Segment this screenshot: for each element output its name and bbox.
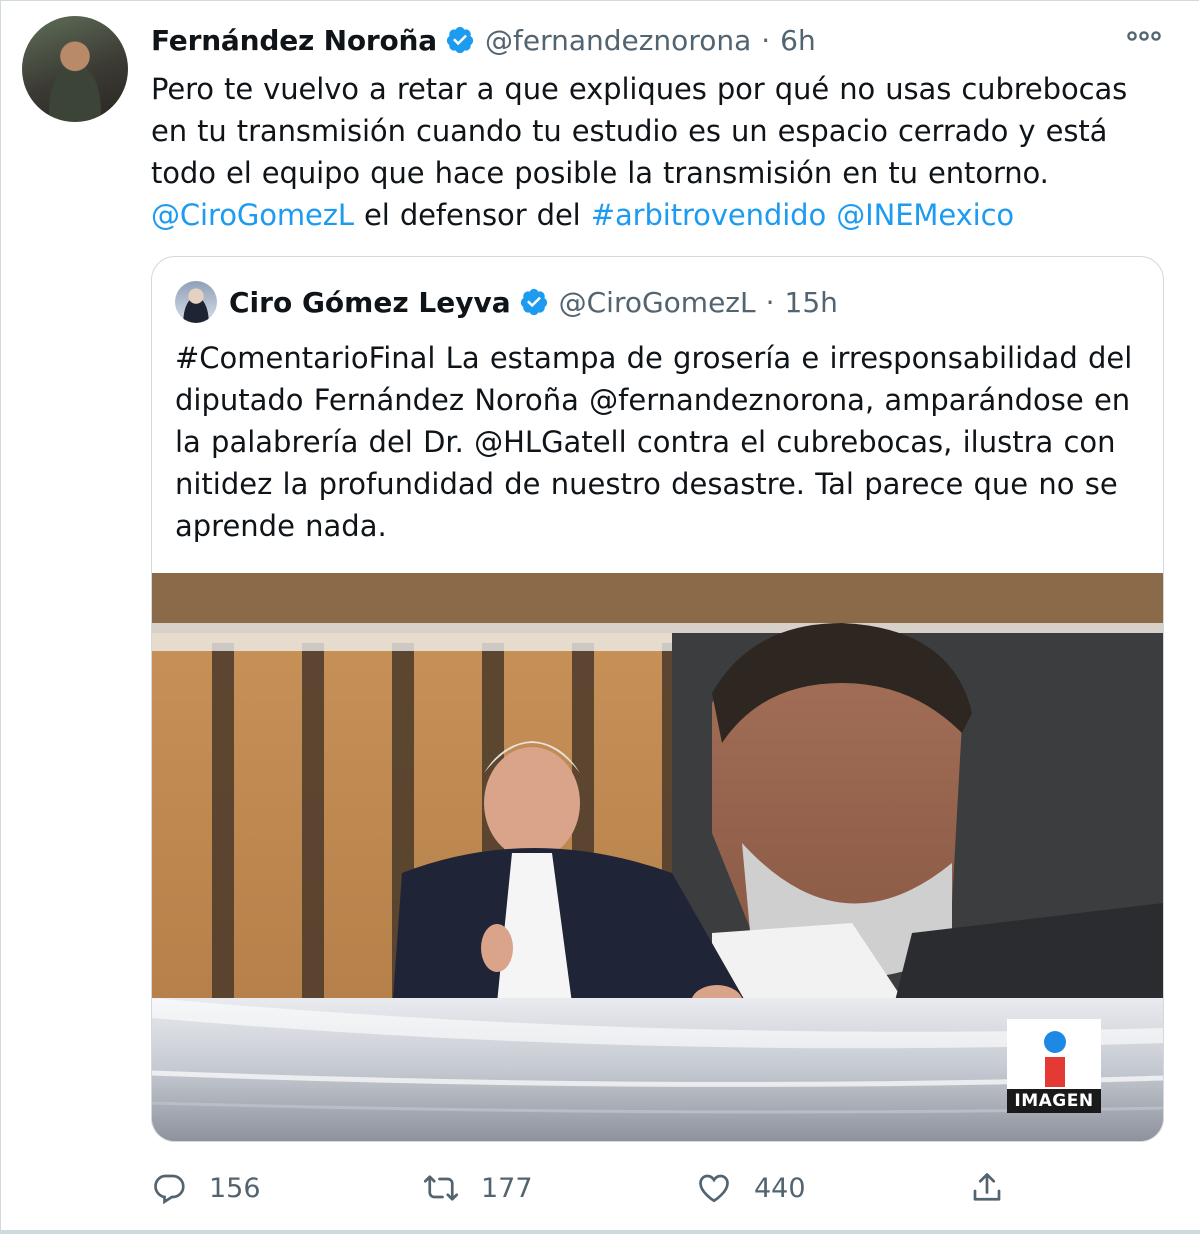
quoted-author-handle[interactable]: @CiroGomezL	[559, 286, 756, 319]
retweet-button[interactable]: 177	[423, 1164, 533, 1212]
like-count: 440	[754, 1172, 806, 1204]
more-options-icon[interactable]	[1124, 24, 1164, 48]
logo-bar	[1045, 1057, 1065, 1087]
logo-dot	[1044, 1031, 1066, 1053]
reply-icon	[154, 1174, 185, 1205]
action-bar: 156 177 440	[151, 1164, 1051, 1212]
mention-inemexico[interactable]: @INEMexico	[836, 198, 1014, 232]
logo-text: IMAGEN	[1007, 1089, 1101, 1113]
bottom-border	[0, 1230, 1200, 1234]
retweet-count: 177	[481, 1172, 533, 1204]
author-name[interactable]: Fernández Noroña	[151, 24, 437, 57]
tweet-text-body: Pero te vuelvo a retar a que expliques p…	[151, 72, 1128, 190]
quoted-header: Ciro Gómez Leyva @CiroGomezL · 15h	[175, 280, 838, 324]
quoted-text: #ComentarioFinal La estampa de grosería …	[175, 341, 1133, 543]
quoted-author-avatar[interactable]	[175, 281, 217, 323]
reply-button[interactable]: 156	[151, 1164, 261, 1212]
retweet-icon	[423, 1175, 459, 1201]
tweet-text: Pero te vuelvo a retar a que expliques p…	[151, 68, 1161, 236]
tweet-header: Fernández Noroña @fernandeznorona · 6h	[151, 18, 816, 62]
reply-count: 156	[209, 1172, 261, 1204]
like-button[interactable]: 440	[696, 1164, 806, 1212]
quoted-author-name[interactable]: Ciro Gómez Leyva	[229, 286, 511, 319]
verified-badge-icon	[520, 288, 547, 316]
verified-badge-icon	[446, 26, 474, 54]
quoted-media-video[interactable]: IMAGEN	[152, 573, 1163, 1141]
author-handle[interactable]: @fernandeznorona	[485, 24, 751, 57]
heart-icon	[699, 1174, 729, 1203]
separator-dot: ·	[765, 285, 775, 319]
share-button[interactable]	[969, 1164, 1027, 1212]
quoted-time[interactable]: 15h	[785, 286, 838, 319]
tweet-time[interactable]: 6h	[780, 24, 816, 57]
share-icon	[973, 1173, 1001, 1201]
hashtag-arbitrovendido[interactable]: #arbitrovendido	[591, 198, 826, 232]
quoted-tweet[interactable]: Ciro Gómez Leyva @CiroGomezL · 15h #Come…	[151, 256, 1164, 1142]
separator-dot: ·	[761, 23, 771, 57]
imagen-logo: IMAGEN	[1007, 1019, 1101, 1113]
tweet-text-body-2: el defensor del	[353, 198, 591, 232]
author-avatar[interactable]	[22, 16, 128, 122]
mention-cirogomezl[interactable]: @CiroGomezL	[151, 198, 354, 232]
